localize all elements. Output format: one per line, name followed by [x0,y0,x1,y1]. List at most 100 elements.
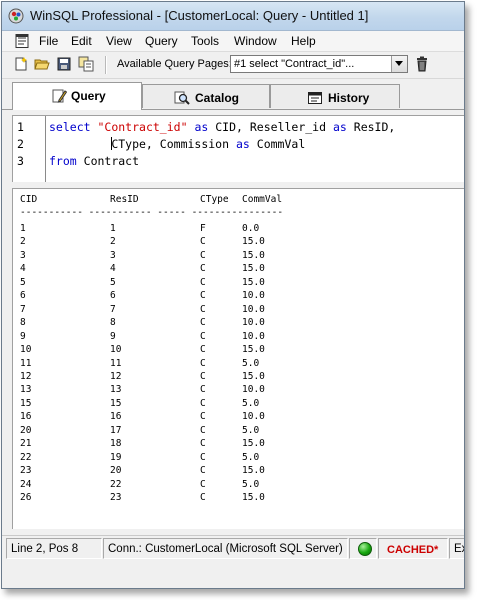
cached-status: CACHED* [387,544,439,556]
table-row[interactable]: 23 20 C 15.0 [13,465,464,478]
menu-query[interactable]: Query [145,34,178,48]
pane-splitter[interactable] [12,182,464,187]
connection-status-panel [349,538,377,559]
cell-cid: 4 [20,263,26,275]
title-bar[interactable]: WinSQL Professional - [CustomerLocal: Qu… [2,2,464,31]
cell-cid: 24 [20,478,32,490]
cell-resid: 22 [110,478,122,490]
table-row[interactable]: 9 9 C 10.0 [13,330,464,344]
table-row[interactable]: 10 10 C 15.0 [13,344,464,357]
tab-query-label: Query [71,89,106,103]
table-row[interactable]: 2 2 C 15.0 [13,236,464,249]
menu-edit[interactable]: Edit [71,34,92,48]
cell-resid: 12 [110,370,122,382]
table-row[interactable]: 5 5 C 15.0 [13,276,464,290]
table-row[interactable]: 24 22 C 5.0 [13,478,464,492]
cell-resid: 1 [110,223,116,234]
open-folder-icon[interactable] [34,56,50,72]
sql-editor[interactable]: 1 2 3 select "Contract_id" as CID, Resel… [12,115,464,182]
table-row[interactable]: 16 16 C 10.0 [13,411,464,424]
table-row[interactable]: 8 8 C 10.0 [13,317,464,330]
cell-cid: 10 [20,344,32,356]
keyword: as [235,137,250,151]
cell-cid: 11 [20,357,32,369]
table-row[interactable]: 20 17 C 5.0 [13,424,464,438]
menu-file[interactable]: File [39,34,58,48]
identifier: CType, [111,137,153,151]
menu-bar: File Edit View Query Tools Window Help [2,31,464,52]
window-title: WinSQL Professional - [CustomerLocal: Qu… [30,8,369,23]
cell-ctype: C [200,357,206,369]
table-row[interactable]: 6 6 C 10.0 [13,290,464,303]
cell-ctype: C [200,236,206,248]
cell-ctype: C [200,303,206,315]
app-icon[interactable] [8,8,24,24]
cell-commval: 10.0 [242,303,265,315]
query-pages-dropdown[interactable]: #1 select "Contract_id"... [230,55,408,73]
table-row[interactable]: 1 1 F 0.0 [13,223,464,236]
cell-cid: 9 [20,330,26,342]
cursor-position-panel: Line 2, Pos 8 [6,538,102,559]
table-row[interactable]: 15 15 C 5.0 [13,397,464,411]
cell-cid: 26 [20,492,32,503]
table-row[interactable]: 26 23 C 15.0 [13,492,464,505]
table-row[interactable]: 4 4 C 15.0 [13,263,464,276]
tab-history-label: History [328,91,370,105]
cell-resid: 6 [110,290,116,302]
table-row[interactable]: 11 11 C 5.0 [13,357,464,371]
menu-window[interactable]: Window [234,34,277,48]
cell-ctype: C [200,424,206,436]
cell-commval: 5.0 [242,451,260,463]
table-row[interactable]: 7 7 C 10.0 [13,303,464,317]
keyword: as [332,120,347,134]
chevron-down-icon[interactable] [391,56,407,72]
cell-resid: 16 [110,411,122,423]
cell-resid: 19 [110,451,122,463]
cell-resid: 13 [110,384,122,396]
table-row[interactable]: 21 18 C 15.0 [13,438,464,451]
save-icon[interactable] [56,56,72,72]
cell-ctype: C [200,451,206,463]
document-icon[interactable] [14,33,30,49]
app-window: WinSQL Professional - [CustomerLocal: Qu… [1,1,465,589]
code-line-3: from Contract [49,154,139,168]
cell-commval: 15.0 [242,465,265,477]
cell-cid: 1 [20,223,26,234]
cell-commval: 15.0 [242,276,265,288]
cell-ctype: C [200,370,206,382]
tab-catalog[interactable]: Catalog [142,84,270,108]
column-header-resid: ResID [110,194,139,205]
table-row[interactable]: 3 3 C 15.0 [13,249,464,263]
code-line-1: select "Contract_id" as CID, Reseller_id… [49,120,395,134]
cell-ctype: C [200,492,206,503]
line-number-gutter: 1 2 3 [13,116,46,182]
status-bar: Line 2, Pos 8 Conn.: CustomerLocal (Micr… [2,535,464,561]
cell-cid: 15 [20,397,32,409]
query-pages-label: Available Query Pages: [117,58,232,70]
cell-cid: 23 [20,465,32,477]
tab-history[interactable]: History [270,84,400,108]
cell-ctype: C [200,384,206,396]
cell-commval: 5.0 [242,424,260,436]
cell-cid: 22 [20,451,32,463]
menu-view[interactable]: View [106,34,132,48]
cell-ctype: C [200,465,206,477]
copy-icon[interactable] [78,56,94,72]
table-row[interactable]: 22 19 C 5.0 [13,451,464,465]
results-grid[interactable]: CID ResID CType CommVal ----------- ----… [12,188,464,529]
new-icon[interactable] [13,56,29,72]
table-row[interactable]: 13 13 C 10.0 [13,384,464,397]
table-row[interactable]: 12 12 C 15.0 [13,370,464,384]
tab-query[interactable]: Query [12,82,142,110]
cell-ctype: C [200,411,206,423]
trash-icon[interactable] [414,56,430,72]
column-header-cid: CID [20,194,38,205]
cell-commval: 10.0 [242,317,265,329]
cursor-position: Line 2, Pos 8 [11,543,79,555]
cell-resid: 23 [110,492,122,503]
menu-tools[interactable]: Tools [191,34,219,48]
cell-commval: 5.0 [242,478,260,490]
cell-commval: 5.0 [242,397,260,409]
menu-help[interactable]: Help [291,34,316,48]
cell-cid: 3 [20,249,26,261]
